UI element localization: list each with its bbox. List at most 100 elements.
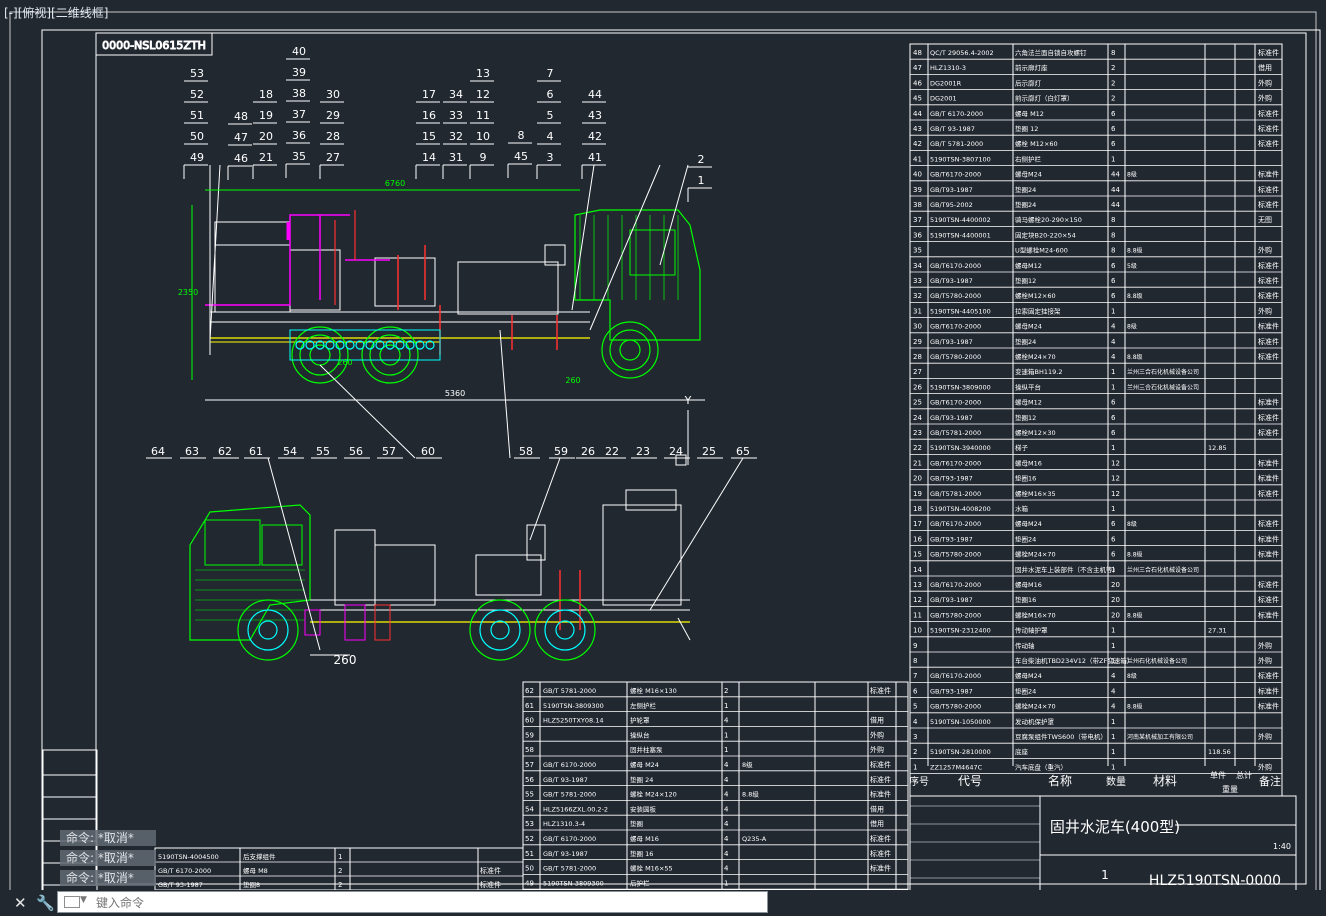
table-cell: 5190TSN-3807100 [930, 155, 991, 163]
table-cell: 豆腐泵组件TWS600（带电机） [1015, 732, 1107, 741]
table-cell: GB/T6170-2000 [930, 459, 981, 467]
table-cell: GB/T6170-2000 [930, 581, 981, 589]
table-cell: 标准件 [480, 880, 501, 889]
table-cell: 标准件 [1258, 185, 1279, 194]
table-cell: 6 [1111, 535, 1116, 543]
header-cell: 名称 [1048, 773, 1072, 788]
table-cell: HLZ5166ZXL.00.2-2 [543, 805, 608, 813]
callout-number: 23 [636, 445, 650, 458]
table-cell: 58 [525, 746, 534, 754]
table-cell: 垫圈12 [1015, 413, 1036, 422]
table-cell: 12 [913, 596, 922, 604]
dim-260-side: 260 [334, 653, 357, 667]
close-icon[interactable]: ✕ [14, 894, 27, 912]
side-tank-top [625, 489, 677, 511]
table-cell: 标准件 [1258, 139, 1279, 148]
chevron-down-icon[interactable]: ▼ [80, 895, 87, 905]
table-cell: 1 [1111, 718, 1115, 726]
callout-number: 39 [292, 66, 306, 79]
wheel-hub [619, 339, 641, 361]
table-cell: 螺母M24 [1015, 519, 1042, 528]
table-cell: 6 [1111, 414, 1116, 422]
table-cell: 4 [1111, 672, 1116, 680]
table-cell: 7 [913, 672, 917, 680]
table-cell: 22 [913, 444, 922, 452]
table-cell: 传动轴 [1015, 641, 1035, 650]
table-cell: 5190TSN-4008200 [930, 505, 991, 513]
table-cell: ZZ1257M4647C [930, 763, 983, 771]
table-cell: GB/T 6170-2000 [543, 761, 596, 769]
callout-number: 44 [588, 88, 602, 101]
callout-number: 13 [476, 67, 490, 80]
callout-number: 62 [218, 445, 232, 458]
callout-number: 31 [449, 151, 463, 164]
callout-number: 33 [449, 109, 463, 122]
callout-number: 41 [588, 151, 602, 164]
callout-number: 46 [234, 152, 248, 165]
table-cell: 8.8级 [1127, 247, 1143, 255]
table-cell: 螺栓 M12×60 [1015, 139, 1058, 148]
table-cell: 后支撑组件 [243, 852, 276, 861]
callout-number: 58 [519, 445, 533, 458]
table-cell: 36 [913, 231, 922, 239]
callout-number: 45 [514, 150, 528, 163]
command-input-box[interactable]: ▼ [57, 891, 768, 913]
table-cell: 10 [913, 627, 922, 635]
command-history-line: 命令: *取消* [60, 870, 156, 886]
table-cell: 1 [1111, 627, 1115, 635]
table-cell: 垫圈16 [1015, 595, 1036, 604]
table-cell: 38 [913, 201, 922, 209]
table-cell: GB/T 93-1987 [930, 125, 975, 133]
table-cell: 外购 [1258, 306, 1272, 315]
table-cell: GB/T5780-2000 [930, 703, 981, 711]
table-cell: 螺栓M16×35 [1015, 489, 1056, 498]
table-cell: 安装圆板 [630, 804, 657, 813]
table-cell: 20 [1111, 611, 1120, 619]
callout-number: 59 [554, 445, 568, 458]
table-cell: 1 [1111, 566, 1115, 574]
table-cell: 螺栓 M16×130 [630, 686, 677, 695]
callout-number: 42 [588, 130, 602, 143]
table-cell: 螺母M24 [1015, 671, 1042, 680]
table-cell: 标准件 [870, 686, 891, 695]
table-cell: 28 [913, 353, 922, 361]
table-cell: 垫圈16 [1015, 474, 1036, 483]
callout-number: 19 [259, 109, 273, 122]
table-cell: 6 [1111, 399, 1116, 407]
table-cell: 垫圈24 [1015, 686, 1036, 695]
table-cell: 标准件 [1258, 170, 1279, 179]
table-cell: 29 [913, 338, 922, 346]
table-cell: 1 [338, 853, 342, 861]
table-cell: 4 [724, 820, 729, 828]
wrench-icon[interactable]: 🔧 [36, 894, 55, 912]
table-cell: 标准件 [1258, 261, 1279, 270]
table-cell: 标准件 [1258, 550, 1279, 559]
table-cell: 兰州三合石化机械设备公司 [1127, 368, 1199, 376]
table-cell: 54 [525, 805, 534, 813]
table-cell: 固定块B20-220×54 [1015, 230, 1076, 239]
pipe [205, 214, 350, 306]
table-cell: 2 [338, 881, 342, 889]
table-cell: GB/T6170-2000 [930, 520, 981, 528]
table-cell: 垫圈 12 [1015, 124, 1038, 133]
drawing-canvas[interactable]: 0000-NSL0615ZTH 48 QC/T 29056.4-2002 六角法兰面… [0, 0, 1326, 916]
callout-number: 18 [259, 88, 273, 101]
table-cell: 标准件 [1258, 322, 1279, 331]
table-cell: 兰州石化机械设备公司 [1127, 657, 1187, 665]
table-cell: HLZ1310-3 [930, 64, 966, 72]
table-cell: 梯子 [1015, 443, 1029, 452]
table-cell: 5190TSN-3809300 [543, 879, 604, 887]
viewport-label[interactable]: [-][俯视][二维线框] [4, 4, 108, 21]
table-cell: GB/T5780-2000 [930, 292, 981, 300]
table-cell: 49 [525, 879, 534, 887]
table-cell: 标准件 [480, 866, 501, 875]
table-cell: 标准件 [870, 849, 891, 858]
callout-number: 60 [421, 445, 435, 458]
callout-number: 9 [480, 151, 487, 164]
wheel-hub [490, 620, 510, 640]
callout-number: 2 [698, 153, 705, 166]
table-cell: 8.8级 [1127, 611, 1143, 619]
table-cell: 6 [1111, 551, 1116, 559]
table-cell: 8级 [742, 760, 753, 769]
command-input[interactable] [94, 893, 758, 913]
